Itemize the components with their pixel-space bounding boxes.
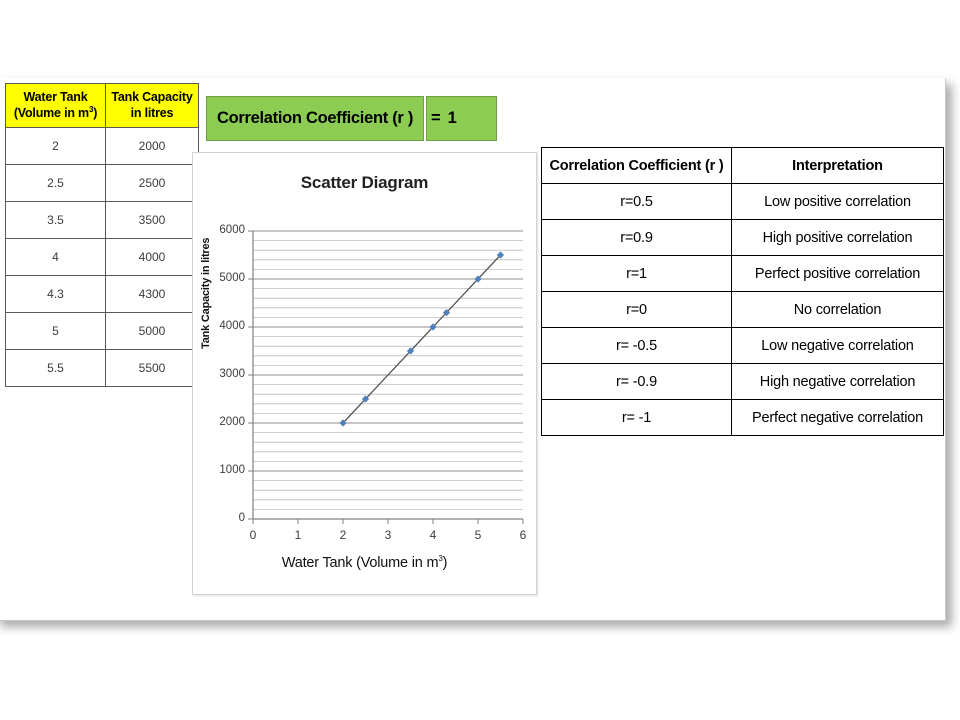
cell-r-value: r= -1: [541, 399, 732, 436]
cell-volume: 4.3: [5, 275, 106, 313]
cell-capacity: 3500: [105, 201, 199, 239]
data-table-header-capacity: Tank Capacity in litres: [105, 83, 199, 128]
x-axis-title: Water Tank (Volume in m3): [193, 555, 536, 571]
y-axis-tick: 1000: [219, 464, 245, 476]
interp-header-r: Correlation Coefficient (r ): [541, 147, 732, 184]
cell-interpretation: High negative correlation: [731, 363, 944, 400]
y-axis-tick: 0: [238, 512, 245, 524]
interp-header-interpretation: Interpretation: [731, 147, 944, 184]
correlation-coefficient-value-box: = 1: [426, 96, 497, 141]
cell-volume: 2.5: [5, 164, 106, 202]
cell-capacity: 2500: [105, 164, 199, 202]
cell-volume: 5.5: [5, 349, 106, 387]
table-row: r=1 Perfect positive correlation: [541, 255, 944, 292]
x-axis-tick: 1: [294, 528, 302, 542]
cell-capacity: 5000: [105, 312, 199, 350]
cell-capacity: 2000: [105, 127, 199, 165]
table-row: 4 4000: [5, 238, 199, 276]
x-axis-tick: 6: [519, 528, 527, 542]
water-tank-data-table: Water Tank (Volume in m3) Tank Capacity …: [5, 83, 199, 387]
cell-r-value: r= -0.5: [541, 327, 732, 364]
table-row: 5.5 5500: [5, 349, 199, 387]
cell-volume: 3.5: [5, 201, 106, 239]
table-row: r= -0.5 Low negative correlation: [541, 327, 944, 364]
header-volume-line2: (Volume in m3): [8, 105, 103, 121]
header-capacity-line1: Tank Capacity: [111, 90, 193, 104]
x-axis-title-pre: Water Tank (Volume in m: [281, 555, 439, 571]
equals-sign: =: [431, 109, 441, 127]
header-volume-post: ): [93, 106, 98, 120]
data-table-header-row: Water Tank (Volume in m3) Tank Capacity …: [5, 83, 199, 128]
y-axis-tick: 2000: [219, 416, 245, 428]
table-row: r=0.5 Low positive correlation: [541, 183, 944, 220]
cell-capacity: 5500: [105, 349, 199, 387]
cell-volume: 4: [5, 238, 106, 276]
header-capacity-line2: in litres: [130, 106, 174, 120]
x-axis-title-post: ): [442, 555, 448, 571]
y-axis-tick: 5000: [219, 272, 245, 284]
x-axis-tick: 2: [339, 528, 347, 542]
table-row: r= -0.9 High negative correlation: [541, 363, 944, 400]
cell-capacity: 4300: [105, 275, 199, 313]
y-axis-tick: 4000: [219, 320, 245, 332]
chart-plot-area: Tank Capacity in litres Water Tank (Volu…: [193, 153, 536, 594]
x-axis-tick: 0: [249, 528, 257, 542]
cell-r-value: r=1: [541, 255, 732, 292]
cell-interpretation: High positive correlation: [731, 219, 944, 256]
cell-r-value: r=0.5: [541, 183, 732, 220]
y-axis-tick: 3000: [219, 368, 245, 380]
correlation-coefficient-label-box: Correlation Coefficient (r ): [206, 96, 424, 141]
y-axis-tick: 6000: [219, 224, 245, 236]
table-row: r= -1 Perfect negative correlation: [541, 399, 944, 436]
table-row: 2 2000: [5, 127, 199, 165]
x-axis-tick: 3: [384, 528, 392, 542]
correlation-interpretation-table: Correlation Coefficient (r ) Interpretat…: [541, 147, 944, 436]
data-table-header-volume: Water Tank (Volume in m3): [5, 83, 106, 128]
cell-interpretation: Low positive correlation: [731, 183, 944, 220]
header-volume-pre: (Volume in m: [13, 106, 89, 120]
cell-r-value: r= -0.9: [541, 363, 732, 400]
x-axis-tick: 4: [429, 528, 437, 542]
scatter-chart-card: Scatter Diagram Tank Capacity in litres …: [192, 152, 537, 595]
table-row: 3.5 3500: [5, 201, 199, 239]
cell-interpretation: No correlation: [731, 291, 944, 328]
table-row: 4.3 4300: [5, 275, 199, 313]
table-row: r=0.9 High positive correlation: [541, 219, 944, 256]
x-axis-tick: 5: [474, 528, 482, 542]
table-row: 2.5 2500: [5, 164, 199, 202]
correlation-coefficient-value: 1: [447, 109, 457, 127]
y-axis-title: Tank Capacity in litres: [200, 237, 212, 349]
cell-interpretation: Low negative correlation: [731, 327, 944, 364]
table-row: 5 5000: [5, 312, 199, 350]
cell-capacity: 4000: [105, 238, 199, 276]
cell-volume: 2: [5, 127, 106, 165]
cell-r-value: r=0: [541, 291, 732, 328]
table-row: r=0 No correlation: [541, 291, 944, 328]
interp-table-header-row: Correlation Coefficient (r ) Interpretat…: [541, 147, 944, 184]
correlation-coefficient-label: Correlation Coefficient (r ): [216, 109, 414, 127]
header-volume-line1: Water Tank: [23, 90, 88, 104]
cell-volume: 5: [5, 312, 106, 350]
cell-interpretation: Perfect positive correlation: [731, 255, 944, 292]
cell-r-value: r=0.9: [541, 219, 732, 256]
cell-interpretation: Perfect negative correlation: [731, 399, 944, 436]
